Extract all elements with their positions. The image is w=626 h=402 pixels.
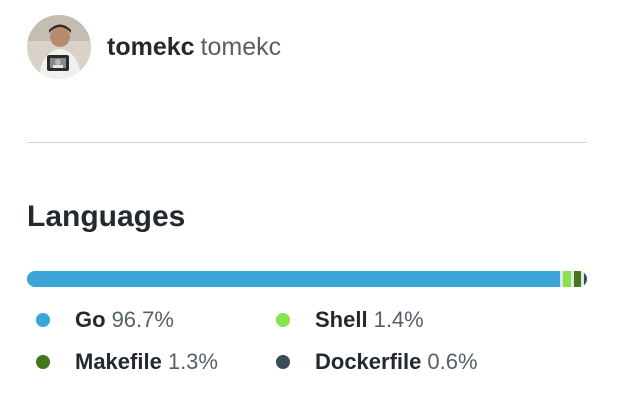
language-item-shell[interactable]: Shell 1.4%	[267, 306, 527, 334]
language-item-go[interactable]: Go 96.7%	[27, 306, 267, 334]
language-item-dockerfile[interactable]: Dockerfile 0.6%	[267, 348, 527, 376]
language-color-dot-icon	[276, 313, 290, 327]
languages-legend: Go 96.7% Shell 1.4% Makefile 1.3% Dockerfile 0.…	[27, 306, 587, 376]
contributor-login-link[interactable]: tomekc	[107, 33, 195, 61]
language-percent: 1.4%	[373, 307, 424, 332]
language-name: Go	[75, 307, 106, 332]
progress-segment-shell[interactable]	[562, 271, 571, 287]
contributor-names: tomekc tomekc	[107, 32, 282, 61]
languages-heading: Languages	[27, 200, 186, 233]
progress-segment-go[interactable]	[27, 271, 560, 287]
language-name: Shell	[315, 307, 368, 332]
language-name: Makefile	[75, 349, 162, 374]
divider	[27, 142, 587, 143]
language-color-dot-icon	[36, 355, 50, 369]
language-percent: 0.6%	[427, 349, 478, 374]
avatar[interactable]	[27, 15, 91, 79]
language-percent: 1.3%	[167, 349, 218, 374]
contributor[interactable]: tomekc tomekc	[27, 15, 281, 79]
language-color-dot-icon	[36, 313, 50, 327]
progress-segment-makefile[interactable]	[573, 271, 581, 287]
language-item-makefile[interactable]: Makefile 1.3%	[27, 348, 267, 376]
language-color-dot-icon	[276, 355, 290, 369]
avatar-photo-icon	[27, 15, 91, 79]
languages-progress-bar	[27, 271, 587, 287]
contributor-name: tomekc	[200, 32, 282, 61]
language-percent: 96.7%	[111, 307, 174, 332]
language-name: Dockerfile	[315, 349, 422, 374]
progress-segment-dockerfile[interactable]	[583, 271, 587, 287]
